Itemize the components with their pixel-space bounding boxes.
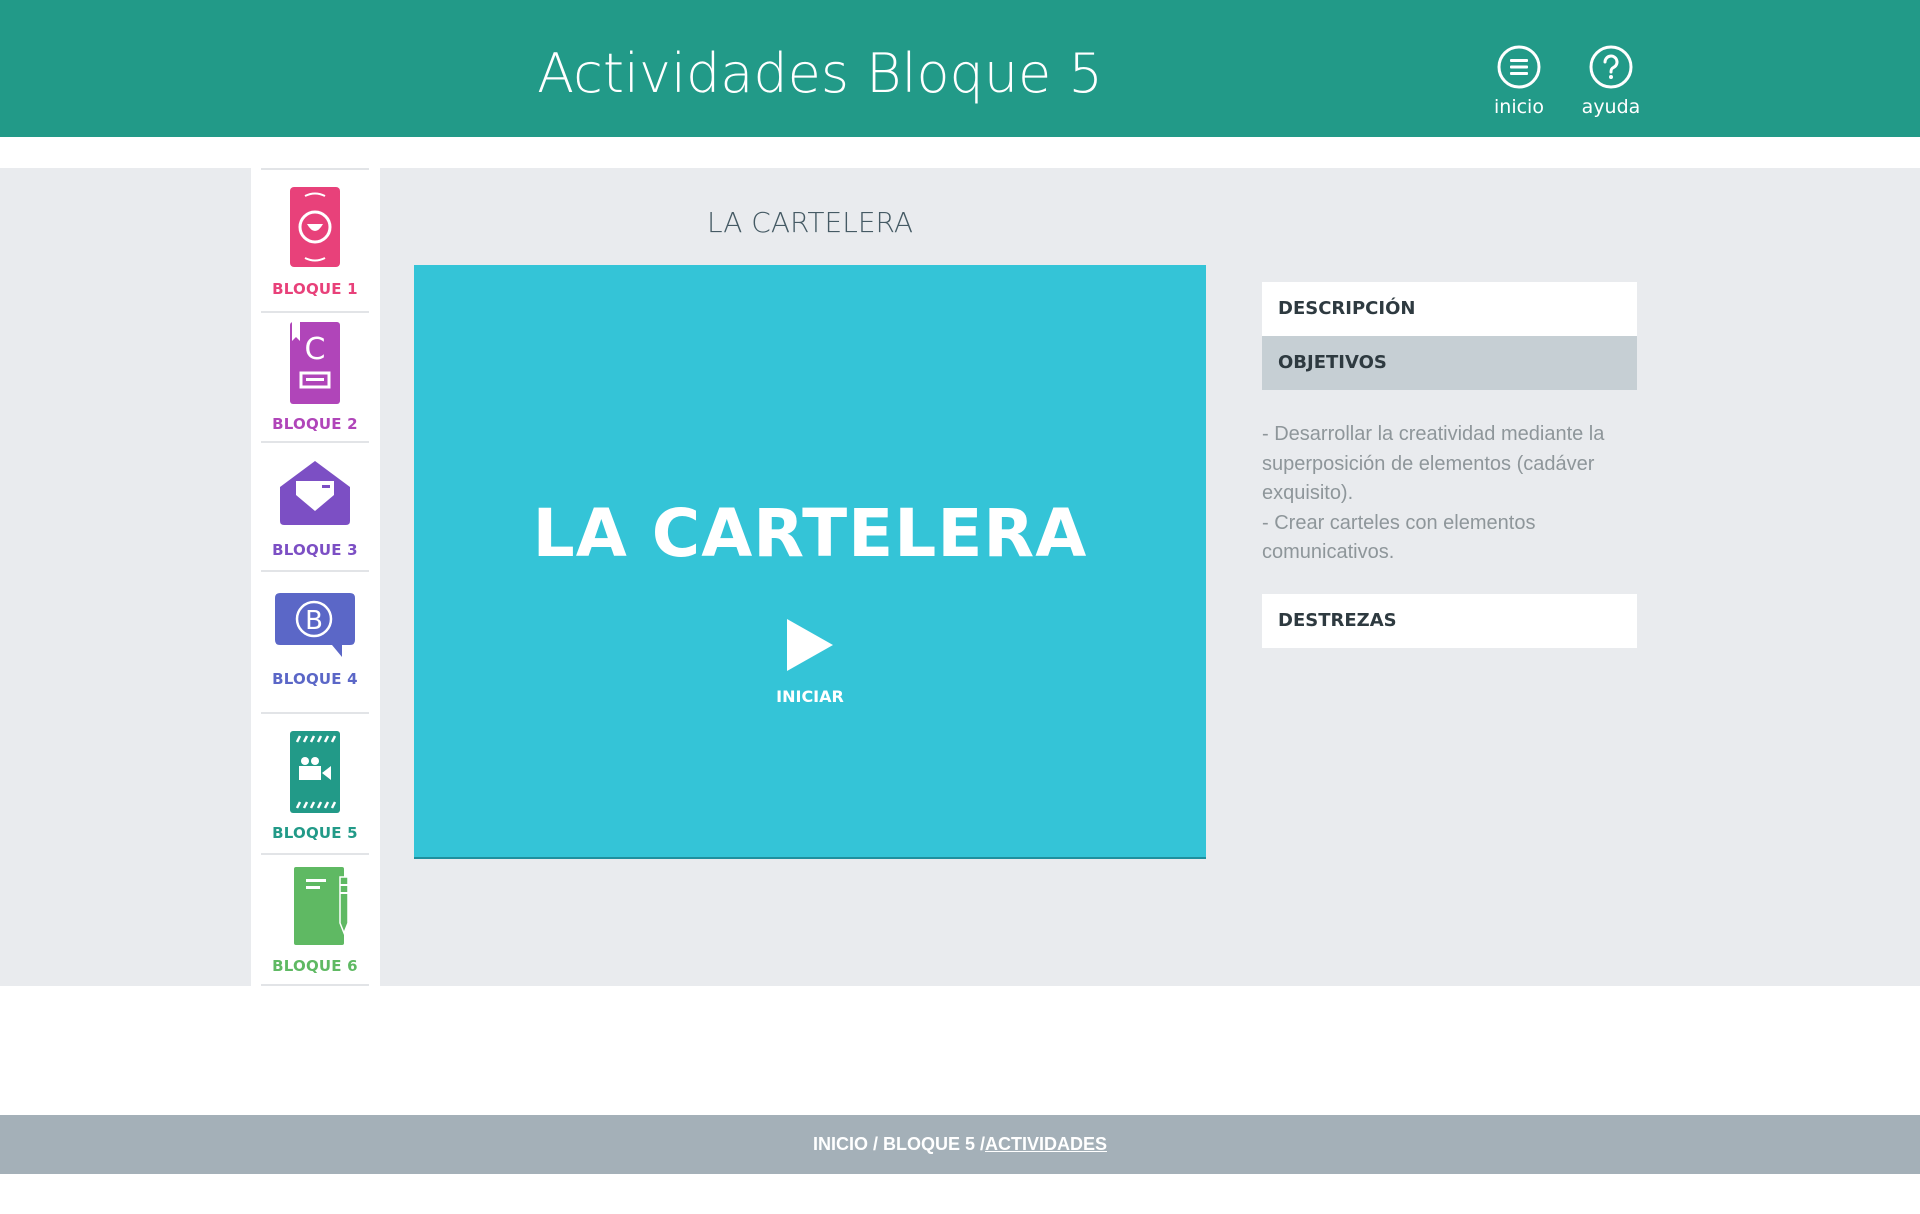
sidebar-item-label: BLOQUE 4 xyxy=(272,670,358,688)
start-label: INICIAR xyxy=(776,687,844,706)
start-button[interactable]: INICIAR xyxy=(760,617,860,706)
sidebar-item-bloque-3[interactable]: BLOQUE 3 xyxy=(261,441,369,570)
ayuda-label: ayuda xyxy=(1581,96,1641,118)
sidebar-item-bloque-4[interactable]: B BLOQUE 4 xyxy=(261,570,369,712)
menu-icon xyxy=(1497,45,1541,89)
breadcrumb-current-link[interactable]: ACTIVIDADES xyxy=(985,1134,1107,1154)
book-icon: C xyxy=(290,321,340,404)
svg-text:B: B xyxy=(305,606,323,636)
sidebar-item-label: BLOQUE 2 xyxy=(272,415,358,433)
sidebar-item-label: BLOQUE 3 xyxy=(272,541,358,559)
objective-item: - Crear carteles con elementos comunicat… xyxy=(1262,511,1536,564)
speech-bubble-icon: B xyxy=(275,593,355,657)
smile-icon xyxy=(290,187,340,267)
video-title: LA CARTELERA xyxy=(532,495,1088,572)
sidebar-item-bloque-2[interactable]: C BLOQUE 2 xyxy=(261,311,369,441)
notebook-pen-icon xyxy=(294,867,349,945)
tab-destrezas[interactable]: DESTREZAS xyxy=(1262,594,1637,648)
play-icon xyxy=(787,619,833,671)
activity-title: LA CARTELERA xyxy=(707,206,913,239)
help-icon xyxy=(1589,45,1633,89)
film-camera-icon xyxy=(290,731,340,813)
sidebar-item-label: BLOQUE 6 xyxy=(272,957,358,975)
inicio-button[interactable]: inicio xyxy=(1474,44,1564,118)
sidebar-item-label: BLOQUE 1 xyxy=(272,280,358,298)
top-header: Actividades Bloque 5 inicio ayuda xyxy=(0,0,1920,137)
page-title: Actividades Bloque 5 xyxy=(537,42,1103,105)
ayuda-button[interactable]: ayuda xyxy=(1566,44,1656,118)
tab-objetivos[interactable]: OBJETIVOS xyxy=(1262,336,1637,390)
sidebar-item-bloque-5[interactable]: BLOQUE 5 xyxy=(261,712,369,853)
sidebar-item-label: BLOQUE 5 xyxy=(272,824,358,842)
tab-descripcion[interactable]: DESCRIPCIÓN xyxy=(1262,282,1637,336)
inicio-label: inicio xyxy=(1494,96,1544,118)
breadcrumb-path: INICIO / BLOQUE 5 / xyxy=(812,1134,985,1154)
envelope-icon xyxy=(280,461,350,525)
activity-video[interactable]: LA CARTELERA INICIAR xyxy=(414,265,1206,859)
breadcrumb: INICIO / BLOQUE 5 /ACTIVIDADES xyxy=(0,1115,1920,1174)
block-sidebar: BLOQUE 1 C BLOQUE 2 BLOQUE 3 B BLOQUE 4 xyxy=(251,168,380,986)
svg-text:C: C xyxy=(305,332,326,367)
objectives-text: - Desarrollar la creatividad mediante la… xyxy=(1262,420,1637,568)
sidebar-item-bloque-6[interactable]: BLOQUE 6 xyxy=(261,853,369,986)
sidebar-item-bloque-1[interactable]: BLOQUE 1 xyxy=(261,168,369,311)
objective-item: - Desarrollar la creatividad mediante la… xyxy=(1262,423,1605,504)
